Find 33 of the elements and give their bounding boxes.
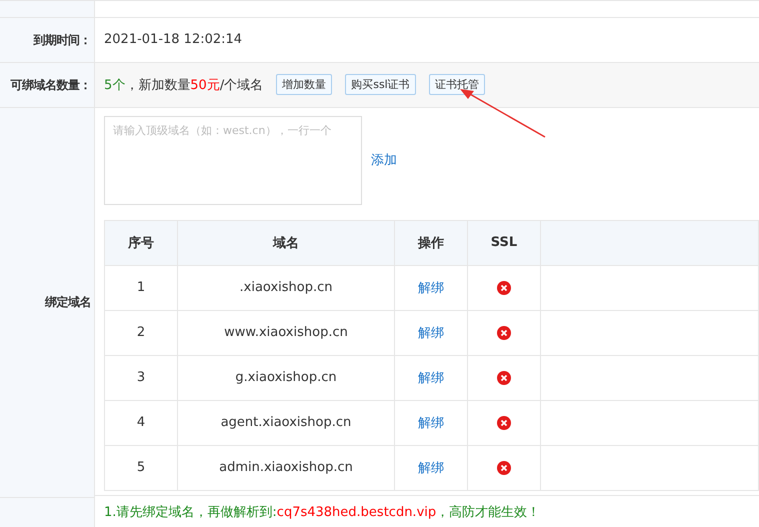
column-header: SSL	[490, 235, 518, 250]
unbind-link[interactable]: 解绑	[418, 458, 444, 477]
table-cell: g.xiaoxishop.cn	[235, 370, 337, 386]
quota-text: 50元	[190, 76, 220, 94]
column-header: 序号	[128, 234, 154, 252]
unbind-link[interactable]: 解绑	[418, 414, 444, 432]
table-cell: 5	[136, 460, 146, 476]
unbind-link[interactable]: 解绑	[418, 278, 444, 297]
table-cell: 4	[136, 415, 146, 430]
table-cell: 3	[136, 370, 146, 386]
table-cell: 2	[136, 325, 146, 340]
action-button[interactable]: 证书托管	[428, 74, 485, 96]
field-label: 可绑域名数量：	[10, 76, 91, 94]
table-cell: 1	[136, 280, 146, 296]
domain-input[interactable]: 请输入顶级域名（如：west.cn），一行一个	[104, 116, 362, 205]
note-text: 1.请先绑定域名，再做解析到:cq7s438hed.bestcdn.vip，高防才能生效！	[104, 504, 540, 521]
quota-text: 5个	[104, 76, 126, 94]
action-button[interactable]: 购买ssl证书	[345, 74, 416, 96]
table-cell: .xiaoxishop.cn	[240, 280, 332, 296]
column-header: 域名	[273, 234, 299, 252]
add-link[interactable]: 添加	[371, 151, 397, 170]
unbind-link[interactable]: 解绑	[418, 368, 444, 387]
expire-time: 2021-01-18 12:02:14	[104, 32, 242, 48]
quota-text: ，新加数量	[125, 76, 190, 94]
unbind-link[interactable]: 解绑	[418, 324, 444, 342]
field-label: 绑定域名	[45, 294, 91, 311]
table-cell: agent.xiaoxishop.cn	[220, 415, 352, 430]
field-label: 到期时间：	[34, 32, 91, 48]
table-cell: admin.xiaoxishop.cn	[219, 460, 353, 476]
column-header: 操作	[418, 234, 444, 252]
table-cell: www.xiaoxishop.cn	[224, 325, 348, 340]
quota-text: /个域名	[220, 76, 264, 94]
action-button[interactable]: 增加数量	[276, 74, 332, 96]
